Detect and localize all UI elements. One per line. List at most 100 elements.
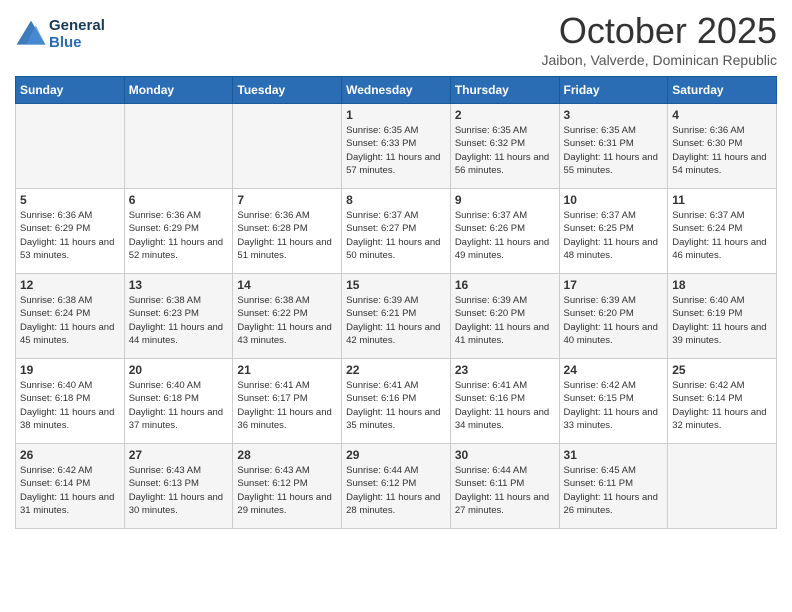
daylight-text: Daylight: 11 hours and 53 minutes. — [20, 237, 114, 261]
sunrise-text: Sunrise: 6:36 AM — [129, 210, 201, 221]
sunrise-text: Sunrise: 6:37 AM — [564, 210, 636, 221]
daylight-text: Daylight: 11 hours and 45 minutes. — [20, 322, 114, 346]
day-number: 16 — [455, 278, 555, 292]
sunset-text: Sunset: 6:11 PM — [455, 478, 525, 489]
header-friday: Friday — [559, 77, 668, 104]
sunset-text: Sunset: 6:28 PM — [237, 223, 307, 234]
calendar-cell: 18Sunrise: 6:40 AMSunset: 6:19 PMDayligh… — [668, 274, 777, 359]
day-number: 12 — [20, 278, 120, 292]
daylight-text: Daylight: 11 hours and 27 minutes. — [455, 492, 549, 516]
calendar-cell: 7Sunrise: 6:36 AMSunset: 6:28 PMDaylight… — [233, 189, 342, 274]
daylight-text: Daylight: 11 hours and 34 minutes. — [455, 407, 549, 431]
daylight-text: Daylight: 11 hours and 50 minutes. — [346, 237, 440, 261]
calendar-cell: 27Sunrise: 6:43 AMSunset: 6:13 PMDayligh… — [124, 444, 233, 529]
calendar-cell: 14Sunrise: 6:38 AMSunset: 6:22 PMDayligh… — [233, 274, 342, 359]
sunset-text: Sunset: 6:26 PM — [455, 223, 525, 234]
daylight-text: Daylight: 11 hours and 40 minutes. — [564, 322, 658, 346]
daylight-text: Daylight: 11 hours and 49 minutes. — [455, 237, 549, 261]
logo-line1: General — [49, 18, 105, 35]
sunset-text: Sunset: 6:27 PM — [346, 223, 416, 234]
sunrise-text: Sunrise: 6:39 AM — [564, 295, 636, 306]
sunrise-text: Sunrise: 6:38 AM — [20, 295, 92, 306]
day-number: 29 — [346, 448, 446, 462]
calendar-cell: 29Sunrise: 6:44 AMSunset: 6:12 PMDayligh… — [342, 444, 451, 529]
sunset-text: Sunset: 6:22 PM — [237, 308, 307, 319]
sunrise-text: Sunrise: 6:37 AM — [346, 210, 418, 221]
calendar-cell: 20Sunrise: 6:40 AMSunset: 6:18 PMDayligh… — [124, 359, 233, 444]
day-number: 11 — [672, 193, 772, 207]
calendar-cell: 2 Sunrise: 6:35 AMSunset: 6:32 PMDaylight… — [450, 104, 559, 189]
sunrise-text: Sunrise: 6:42 AM — [672, 380, 744, 391]
sunset-text: Sunset: 6:18 PM — [129, 393, 199, 404]
day-info: Sunrise: 6:39 AM Sunset: 6:20 PM Daylight:… — [564, 294, 664, 347]
daylight-text: Daylight: 11 hours and 26 minutes. — [564, 492, 658, 516]
sunrise-text: Sunrise: 6:36 AM — [237, 210, 309, 221]
sunset-text: Sunset: 6:19 PM — [672, 308, 742, 319]
sunset-text: Sunset: 6:14 PM — [672, 393, 742, 404]
sunset-text: Sunset: 6:12 PM — [237, 478, 307, 489]
sunset-text: Sunset: 6:33 PM — [346, 138, 416, 149]
week-row-4: 26Sunrise: 6:42 AMSunset: 6:14 PMDayligh… — [16, 444, 777, 529]
day-number: 7 — [237, 193, 337, 207]
day-number: 1 — [346, 108, 446, 122]
calendar-cell: 30Sunrise: 6:44 AMSunset: 6:11 PMDayligh… — [450, 444, 559, 529]
day-number: 14 — [237, 278, 337, 292]
daylight-text: Daylight: 11 hours and 46 minutes. — [672, 237, 766, 261]
day-info: Sunrise: 6:36 AMSunset: 6:28 PMDaylight:… — [237, 209, 337, 262]
day-info: Sunrise: 6:42 AMSunset: 6:15 PMDaylight:… — [564, 379, 664, 432]
sunset-text: Sunset: 6:24 PM — [672, 223, 742, 234]
daylight-text: Daylight: 11 hours and 41 minutes. — [455, 322, 549, 346]
daylight-text: Daylight: 11 hours and 48 minutes. — [564, 237, 658, 261]
day-info: Sunrise: 6:38 AMSunset: 6:24 PMDaylight:… — [20, 294, 120, 347]
sunrise-text: Sunrise: 6:42 AM — [564, 380, 636, 391]
daylight-text: Daylight: 11 hours and 30 minutes. — [129, 492, 223, 516]
calendar-cell: 10Sunrise: 6:37 AMSunset: 6:25 PMDayligh… — [559, 189, 668, 274]
sunrise-text: Sunrise: 6:37 AM — [672, 210, 744, 221]
month-title: October 2025 — [541, 10, 777, 52]
header-tuesday: Tuesday — [233, 77, 342, 104]
daylight-text: Daylight: 11 hours and 32 minutes. — [672, 407, 766, 431]
day-number: 8 — [346, 193, 446, 207]
sunset-text: Sunset: 6:15 PM — [564, 393, 634, 404]
sunrise-text: Sunrise: 6:39 AM — [455, 295, 527, 306]
calendar-cell — [668, 444, 777, 529]
calendar-cell: 26Sunrise: 6:42 AMSunset: 6:14 PMDayligh… — [16, 444, 125, 529]
sunrise-text: Sunrise: 6:35 AM — [455, 125, 527, 136]
day-number: 2 — [455, 108, 555, 122]
sunrise-text: Sunrise: 6:43 AM — [129, 465, 201, 476]
day-info: Sunrise: 6:36 AMSunset: 6:29 PMDaylight:… — [20, 209, 120, 262]
sunset-text: Sunset: 6:23 PM — [129, 308, 199, 319]
sunrise-text: Sunrise: 6:42 AM — [20, 465, 92, 476]
calendar-cell: 8 Sunrise: 6:37 AM Sunset: 6:27 PM Daylight… — [342, 189, 451, 274]
sunrise-text: Sunrise: 6:38 AM — [129, 295, 201, 306]
page-header: General Blue October 2025 Jaibon, Valver… — [15, 10, 777, 68]
daylight-text: Daylight: 11 hours and 29 minutes. — [237, 492, 331, 516]
day-number: 26 — [20, 448, 120, 462]
daylight-text: Daylight: 11 hours and 43 minutes. — [237, 322, 331, 346]
day-number: 22 — [346, 363, 446, 377]
calendar-cell: 4Sunrise: 6:36 AMSunset: 6:30 PMDaylight… — [668, 104, 777, 189]
day-number: 13 — [129, 278, 229, 292]
sunrise-text: Sunrise: 6:41 AM — [346, 380, 418, 391]
sunset-text: Sunset: 6:20 PM — [455, 308, 525, 319]
sunrise-text: Sunrise: 6:36 AM — [672, 125, 744, 136]
header-monday: Monday — [124, 77, 233, 104]
day-number: 20 — [129, 363, 229, 377]
day-number: 10 — [564, 193, 664, 207]
day-info: Sunrise: 6:35 AMSunset: 6:32 PMDaylight:… — [455, 124, 555, 177]
calendar-cell: 23Sunrise: 6:41 AMSunset: 6:16 PMDayligh… — [450, 359, 559, 444]
day-number: 19 — [20, 363, 120, 377]
calendar-cell — [233, 104, 342, 189]
day-number: 6 — [129, 193, 229, 207]
calendar-table: SundayMondayTuesdayWednesdayThursdayFrid… — [15, 76, 777, 529]
day-info: Sunrise: 6:40 AMSunset: 6:18 PMDaylight:… — [129, 379, 229, 432]
sunset-text: Sunset: 6:30 PM — [672, 138, 742, 149]
day-info: Sunrise: 6:37 AMSunset: 6:26 PMDaylight:… — [455, 209, 555, 262]
sunset-text: Sunset: 6:21 PM — [346, 308, 416, 319]
sunrise-text: Sunrise: 6:44 AM — [455, 465, 527, 476]
sunset-text: Sunset: 6:20 PM — [564, 308, 634, 319]
week-row-3: 19 Sunrise: 6:40 AM Sunset: 6:18 PM Dayligh… — [16, 359, 777, 444]
sunset-text: Sunset: 6:12 PM — [346, 478, 416, 489]
sunrise-text: Sunrise: 6:40 AM — [129, 380, 201, 391]
sunrise-text: Sunrise: 6:35 AM — [564, 125, 636, 136]
